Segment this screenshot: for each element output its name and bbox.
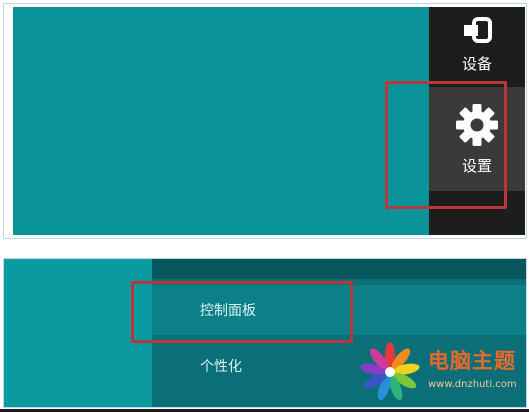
watermark-flower-icon <box>358 341 422 407</box>
screenshot-panel-settings-menu: 控制面板 个性化 电脑主题 www.dnzhuti.com <box>3 258 527 408</box>
charm-devices[interactable]: 设备 <box>429 7 525 79</box>
watermark: 电脑主题 www.dnzhuti.com <box>354 339 526 407</box>
devices-icon <box>460 15 494 49</box>
desktop-background: 设备 设置 <box>13 7 525 235</box>
desktop-strip <box>4 259 152 407</box>
watermark-title: 电脑主题 <box>428 349 516 373</box>
charm-devices-label: 设备 <box>461 55 492 73</box>
highlight-box-control-panel <box>131 281 353 343</box>
page: 设备 设置 控制面板 个性化 电脑主题 www.dnzhuti.com <box>0 0 529 412</box>
menu-item-personalization-label: 个性化 <box>200 359 242 375</box>
screenshot-panel-charms: 设备 设置 <box>3 3 527 239</box>
menu-header-band <box>152 259 526 279</box>
highlight-box-settings <box>385 81 507 209</box>
watermark-url: www.dnzhuti.com <box>428 379 517 390</box>
